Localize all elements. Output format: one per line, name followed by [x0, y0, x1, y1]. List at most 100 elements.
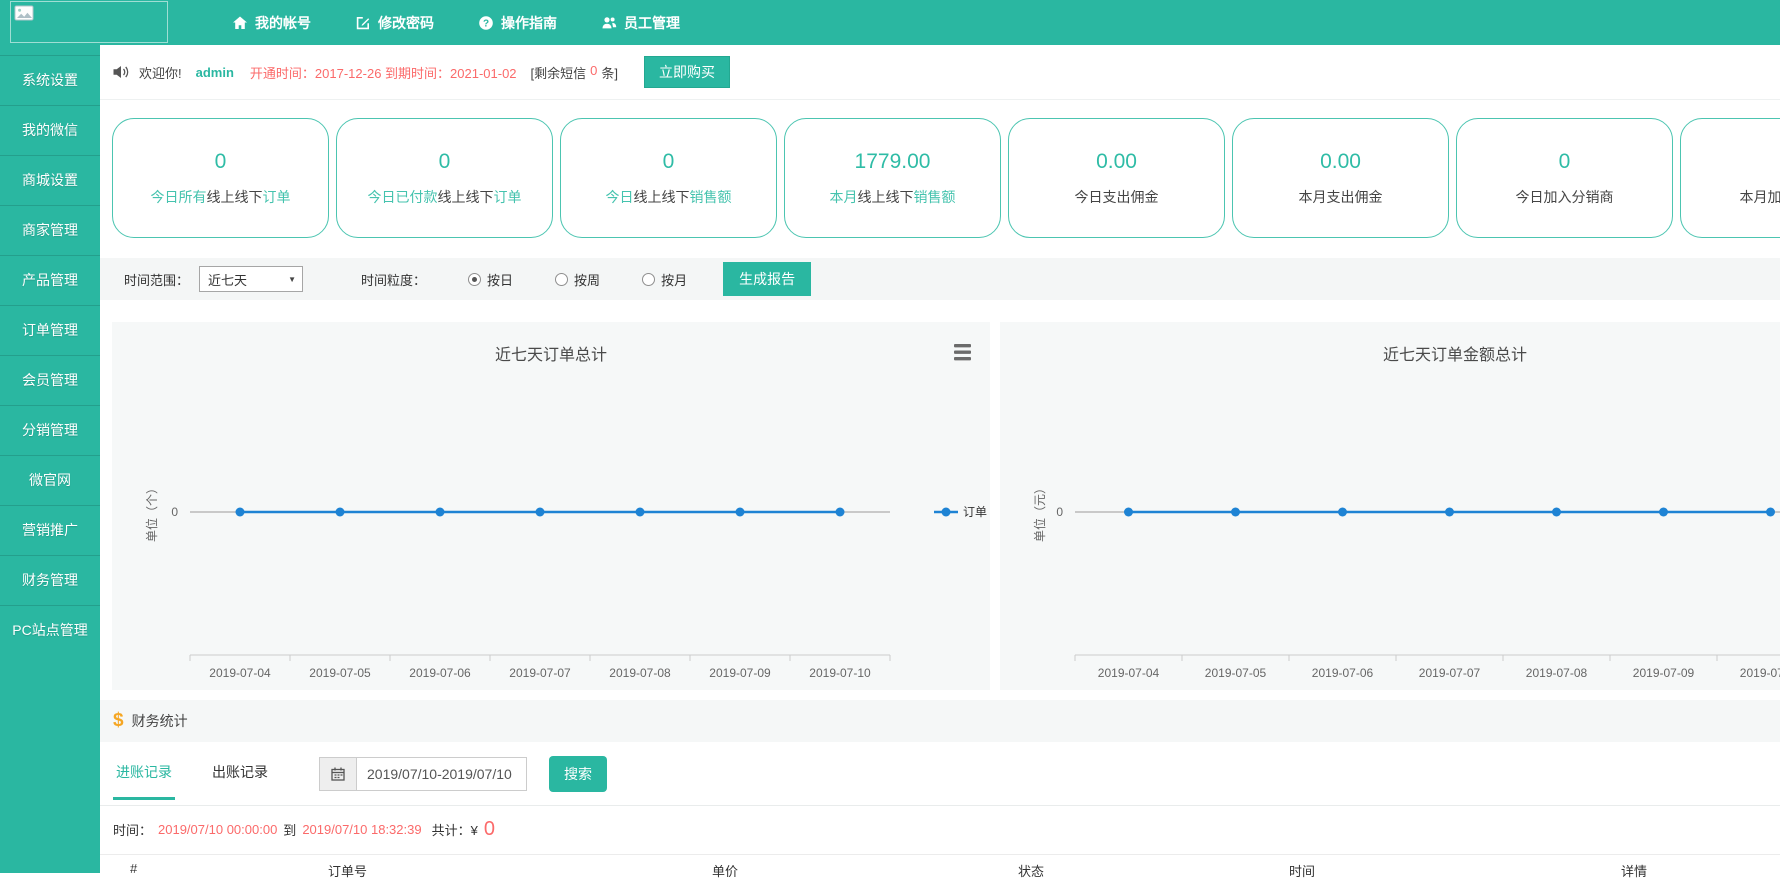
sidebar-item-4[interactable]: 商家管理: [0, 205, 100, 255]
sidebar-item-9[interactable]: 微官网: [0, 455, 100, 505]
time-range-value: 近七天: [208, 270, 247, 289]
filter-bar: 时间范围： 近七天 ▼ 时间粒度： 按日 按周 按月 生成报告: [100, 258, 1780, 300]
orders-chart-panel: 近七天订单总计单位（个）02019-07-042019-07-052019-07…: [112, 322, 990, 690]
x-tick-label: 2019-07-04: [209, 666, 271, 680]
sms-remaining: [剩余短信 0 条]: [531, 63, 618, 82]
stat-value: 0.00: [1096, 150, 1137, 174]
radio-label: 按日: [487, 270, 513, 289]
sms-count: 0: [590, 63, 597, 82]
x-tick-label: 2019-07-04: [1098, 666, 1160, 680]
y-tick-label: 0: [1056, 505, 1063, 519]
stat-card-6: 0.00本月支出佣金: [1232, 118, 1449, 238]
time-label: 时间：: [113, 820, 152, 839]
table-column-header-5: 时间: [1289, 861, 1315, 880]
topnav-item-label: 员工管理: [624, 13, 680, 33]
stat-label: 今日线上线下销售额: [606, 187, 732, 207]
welcome-greeting: 欢迎你!: [139, 63, 182, 82]
logo[interactable]: [10, 1, 168, 43]
topnav-item-3[interactable]: ? 操作指南: [478, 13, 557, 33]
stat-label: 今日加入分销商: [1516, 187, 1614, 207]
search-button[interactable]: 搜索: [549, 756, 607, 792]
speaker-icon: [112, 64, 130, 80]
data-point: [1766, 508, 1775, 517]
dollar-icon: $: [113, 710, 124, 732]
tab-outgoing-records[interactable]: 出账记录: [209, 748, 271, 800]
sidebar: 系统设置我的微信商城设置商家管理产品管理订单管理会员管理分销管理微官网营销推广财…: [0, 45, 100, 873]
x-tick-label: 2019-07-06: [409, 666, 471, 680]
radio-label: 按周: [574, 270, 600, 289]
records-summary: 时间： 2019/07/10 00:00:00 到 2019/07/10 18:…: [100, 806, 1780, 852]
stat-card-1: 0今日所有线上线下订单: [112, 118, 329, 238]
data-point: [1445, 508, 1454, 517]
sidebar-item-5[interactable]: 产品管理: [0, 255, 100, 305]
radio-circle[interactable]: [555, 273, 568, 286]
table-column-header-3: 单价: [712, 861, 738, 880]
sidebar-item-11[interactable]: 财务管理: [0, 555, 100, 605]
home-icon: [232, 15, 248, 31]
sidebar-item-1[interactable]: 系统设置: [0, 55, 100, 105]
topnav-item-label: 操作指南: [501, 13, 557, 33]
staff-icon: [601, 15, 617, 31]
radio-option-1[interactable]: 按日: [468, 270, 513, 289]
sidebar-item-2[interactable]: 我的微信: [0, 105, 100, 155]
y-tick-label: 0: [171, 505, 178, 519]
x-tick-label: 2019-07-10: [809, 666, 871, 680]
help-icon: ?: [478, 15, 494, 31]
tab-income-records[interactable]: 进账记录: [113, 748, 175, 800]
topnav-item-1[interactable]: 我的帐号: [232, 13, 311, 33]
x-tick-label: 2019-07-07: [1419, 666, 1481, 680]
stat-label: 今日已付款线上线下订单: [368, 187, 522, 207]
finance-section-header: $ 财务统计: [100, 700, 1780, 742]
stat-value: 0: [215, 150, 227, 174]
data-point: [1124, 508, 1133, 517]
topnav-item-label: 修改密码: [378, 13, 434, 33]
sidebar-item-3[interactable]: 商城设置: [0, 155, 100, 205]
table-column-header-4: 状态: [1018, 861, 1044, 880]
time-range-label: 时间范围：: [124, 270, 189, 289]
granularity-radio-group: 按日 按周 按月: [426, 270, 687, 289]
stat-cards-row: 0今日所有线上线下订单0今日已付款线上线下订单0今日线上线下销售额1779.00…: [100, 100, 1780, 258]
sidebar-item-7[interactable]: 会员管理: [0, 355, 100, 405]
summary-start-time: 2019/07/10 00:00:00: [158, 822, 277, 837]
username: admin: [196, 65, 234, 80]
table-column-header-6: 详情: [1621, 861, 1647, 880]
records-toolbar: 进账记录 出账记录 搜索: [100, 742, 1780, 806]
stat-card-4: 1779.00本月线上线下销售额: [784, 118, 1001, 238]
data-point: [236, 508, 245, 517]
data-point: [436, 508, 445, 517]
x-tick-label: 2019-07-06: [1312, 666, 1374, 680]
date-range-input[interactable]: [357, 757, 527, 791]
buy-now-button[interactable]: 立即购买: [644, 56, 730, 88]
data-point: [1659, 508, 1668, 517]
granularity-label: 时间粒度：: [361, 270, 426, 289]
time-range-select[interactable]: 近七天 ▼: [199, 266, 303, 292]
charts-row: 近七天订单总计单位（个）02019-07-042019-07-052019-07…: [100, 300, 1780, 690]
sidebar-item-12[interactable]: PC站点管理: [0, 605, 100, 655]
data-point: [336, 508, 345, 517]
x-tick-label: 2019-07-07: [509, 666, 571, 680]
radio-option-2[interactable]: 按周: [555, 270, 600, 289]
stat-card-2: 0今日已付款线上线下订单: [336, 118, 553, 238]
radio-option-3[interactable]: 按月: [642, 270, 687, 289]
table-column-header-1: #: [130, 861, 137, 876]
sidebar-item-10[interactable]: 营销推广: [0, 505, 100, 555]
sidebar-item-8[interactable]: 分销管理: [0, 405, 100, 455]
radio-circle[interactable]: [468, 273, 481, 286]
x-tick-label: 2019-07-05: [1205, 666, 1267, 680]
menu-icon[interactable]: [954, 344, 971, 360]
sidebar-item-6[interactable]: 订单管理: [0, 305, 100, 355]
topnav-item-2[interactable]: 修改密码: [355, 13, 434, 33]
radio-circle[interactable]: [642, 273, 655, 286]
stat-label: 本月加入分销商: [1740, 187, 1780, 207]
data-point: [636, 508, 645, 517]
calendar-addon[interactable]: [319, 757, 357, 791]
top-navigation: 我的帐号 修改密码? 操作指南 员工管理: [232, 0, 680, 45]
topnav-item-4[interactable]: 员工管理: [601, 13, 680, 33]
legend-item[interactable]: 订单: [934, 505, 987, 519]
x-tick-label: 2019-07-08: [609, 666, 671, 680]
generate-report-button[interactable]: 生成报告: [723, 262, 811, 296]
total-label: 共计：¥: [432, 820, 478, 839]
stat-value: 0: [1559, 150, 1571, 174]
chart-title: 近七天订单金额总计: [1383, 346, 1527, 364]
edit-icon: [355, 15, 371, 31]
